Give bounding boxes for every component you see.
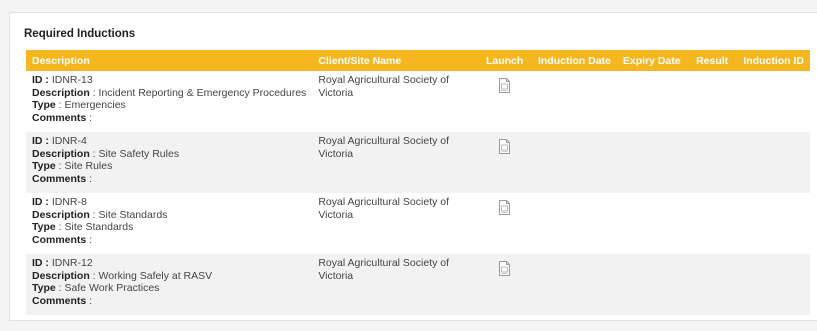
id-label: ID	[32, 257, 43, 269]
description-value: Incident Reporting & Emergency Procedure…	[98, 86, 307, 99]
induction-id-cell	[737, 193, 810, 254]
expiry-date-cell	[617, 193, 690, 254]
id-label: ID	[32, 135, 43, 147]
description-value: Site Safety Rules	[98, 147, 180, 160]
type-label: Type	[32, 160, 56, 172]
description-label: Description	[32, 147, 90, 160]
induction-id-value: IDNR-13	[51, 74, 93, 86]
comments-label: Comments	[32, 172, 87, 185]
comments-label: Comments	[32, 294, 87, 307]
description-cell: ID : IDNR-13 Description : Incident Repo…	[32, 74, 307, 124]
table-row: ID : IDNR-4 Description : Site Safety Ru…	[26, 132, 810, 193]
expiry-date-cell	[617, 71, 690, 132]
result-cell	[690, 254, 737, 315]
comments-label: Comments	[32, 233, 87, 246]
client-site-cell: Royal Agricultural Society of Victoria	[318, 135, 450, 160]
col-header-description[interactable]: Description	[26, 50, 312, 71]
client-site-cell: Royal Agricultural Society of Victoria	[318, 257, 450, 282]
induction-id-value: IDNR-4	[51, 135, 87, 147]
induction-date-cell	[532, 254, 617, 315]
launch-cell	[477, 254, 532, 315]
type-value: Site Standards	[64, 221, 134, 233]
description-value: Working Safely at RASV	[98, 269, 213, 282]
document-icon[interactable]	[498, 200, 511, 215]
induction-id-value: IDNR-8	[51, 196, 87, 208]
description-cell: ID : IDNR-4 Description : Site Safety Ru…	[32, 135, 180, 185]
result-cell	[690, 71, 737, 132]
document-icon[interactable]	[498, 261, 511, 276]
comments-label: Comments	[32, 111, 87, 124]
induction-date-cell	[532, 71, 617, 132]
result-cell	[690, 193, 737, 254]
type-label: Type	[32, 282, 56, 294]
document-icon[interactable]	[498, 139, 511, 154]
type-label: Type	[32, 99, 56, 111]
col-header-client[interactable]: Client/Site Name	[312, 50, 477, 71]
result-cell	[690, 132, 737, 193]
induction-id-value: IDNR-12	[51, 257, 93, 269]
col-header-induction-date[interactable]: Induction Date	[532, 50, 617, 71]
required-inductions-panel: Required Inductions Description Client/S…	[9, 12, 817, 321]
id-label: ID	[32, 74, 43, 86]
col-header-launch[interactable]: Launch	[477, 50, 532, 71]
description-cell: ID : IDNR-8 Description : Site Standards…	[32, 196, 168, 246]
client-site-cell: Royal Agricultural Society of Victoria	[318, 74, 450, 99]
col-header-result[interactable]: Result	[690, 50, 737, 71]
client-site-cell: Royal Agricultural Society of Victoria	[318, 196, 450, 221]
induction-id-cell	[737, 254, 810, 315]
induction-id-cell	[737, 71, 810, 132]
expiry-date-cell	[617, 254, 690, 315]
description-label: Description	[32, 208, 90, 221]
launch-cell	[477, 193, 532, 254]
induction-id-cell	[737, 132, 810, 193]
table-row: ID : IDNR-13 Description : Incident Repo…	[26, 71, 810, 132]
type-value: Site Rules	[64, 160, 113, 172]
col-header-induction-id[interactable]: Induction ID	[737, 50, 810, 71]
expiry-date-cell	[617, 132, 690, 193]
type-value: Safe Work Practices	[64, 282, 160, 294]
panel-title: Required Inductions	[24, 28, 136, 40]
description-label: Description	[32, 86, 90, 99]
table-row: ID : IDNR-12 Description : Working Safel…	[26, 254, 810, 315]
type-value: Emergencies	[64, 99, 126, 111]
inductions-table: Description Client/Site Name Launch Indu…	[26, 50, 810, 315]
table-header-row: Description Client/Site Name Launch Indu…	[26, 50, 810, 71]
induction-date-cell	[532, 193, 617, 254]
description-value: Site Standards	[98, 208, 168, 221]
launch-cell	[477, 71, 532, 132]
id-label: ID	[32, 196, 43, 208]
induction-date-cell	[532, 132, 617, 193]
col-header-expiry-date[interactable]: Expiry Date	[617, 50, 690, 71]
description-label: Description	[32, 269, 90, 282]
table-row: ID : IDNR-8 Description : Site Standards…	[26, 193, 810, 254]
type-label: Type	[32, 221, 56, 233]
launch-cell	[477, 132, 532, 193]
document-icon[interactable]	[498, 78, 511, 93]
description-cell: ID : IDNR-12 Description : Working Safel…	[32, 257, 213, 307]
